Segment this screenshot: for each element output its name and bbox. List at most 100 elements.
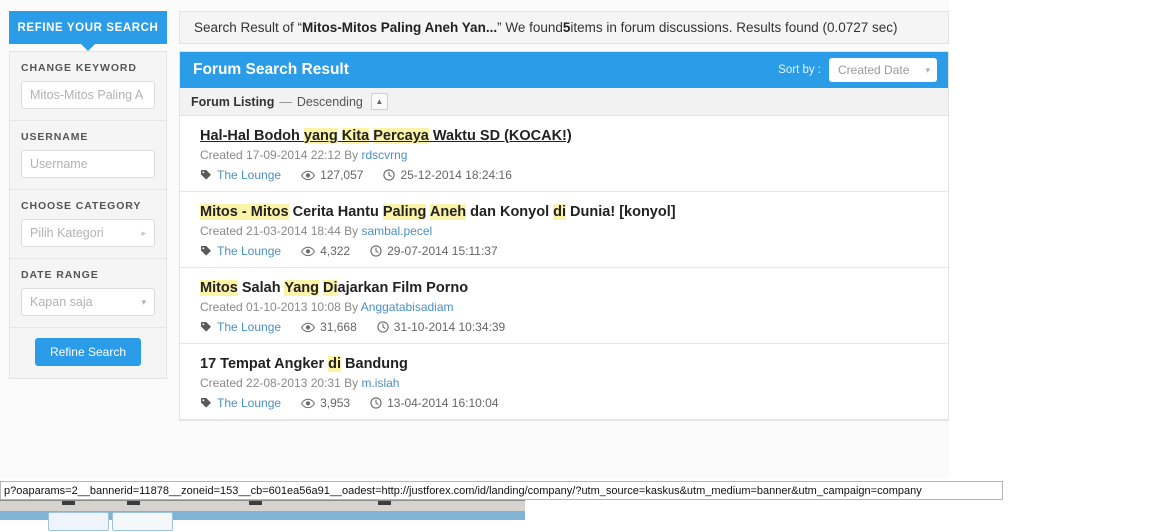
highlighted-keyword: Kita [341,128,370,144]
taskbar-strip [0,500,525,511]
result-created-line: Created 22-08-2013 20:31 By m.islah [200,376,936,390]
view-count: 31,668 [301,320,357,334]
taskbar-tick [249,501,262,505]
highlighted-keyword: yang [303,128,338,144]
clock-icon [383,169,396,181]
sort-by-select[interactable]: Created Date ▾ [829,58,937,82]
keyword-input[interactable]: Mitos-Mitos Paling A [21,81,155,109]
view-count-text: 31,668 [320,320,357,334]
last-post-time: 25-12-2014 18:24:16 [383,168,512,182]
banner-middle: ” We found [497,20,563,35]
category-value: Pilih Kategori [30,226,104,240]
created-date-text: Created 17-09-2014 22:12 By [200,148,362,162]
tag-icon [200,397,212,409]
forum-category-link[interactable]: The Lounge [200,168,281,182]
clock-icon [370,397,382,409]
panel-title: Forum Search Result [193,61,349,78]
highlighted-keyword: Mitos - Mitos [200,204,289,220]
filter-group-daterange: DATE RANGE Kapan saja ▾ [10,259,166,328]
banner-prefix: Search Result of “ [194,20,303,35]
username-value: Username [30,157,88,171]
result-list: Hal-Hal Bodoh yang Kita Percaya Waktu SD… [180,116,948,420]
listing-label: Forum Listing [191,94,275,109]
result-title-link[interactable]: Mitos - Mitos Cerita Hantu Paling Aneh d… [200,202,936,222]
highlighted-keyword: Yang [284,280,319,296]
created-date-text: Created 21-03-2014 18:44 By [200,224,362,238]
sort-by-control: Sort by : Created Date ▾ [778,58,937,82]
last-post-time-text: 13-04-2014 16:10:04 [387,396,499,410]
result-author-link[interactable]: m.islah [361,376,399,390]
username-input[interactable]: Username [21,150,155,178]
sort-by-value: Created Date [838,63,910,77]
filter-label-daterange: DATE RANGE [21,269,99,281]
taskbar [0,500,1149,532]
result-title-link[interactable]: Hal-Hal Bodoh yang Kita Percaya Waktu SD… [200,126,936,146]
result-author-link[interactable]: rdscvrng [361,148,407,162]
forum-category-link[interactable]: The Lounge [200,396,281,410]
clock-icon [370,245,382,257]
last-post-time-text: 25-12-2014 18:24:16 [400,168,512,182]
highlighted-keyword: Paling [382,204,427,220]
tag-icon [200,245,212,257]
taskbar-tick [62,501,75,505]
result-row: Mitos Salah Yang Diajarkan Film Porno Cre… [180,268,948,344]
view-count: 4,322 [301,244,350,258]
result-meta-row: The Lounge 4,322 29-07-2014 15:11:37 [200,244,936,258]
eye-icon [301,398,316,409]
title-text: ajarkan Film Porno [337,280,469,296]
taskbar-button[interactable] [48,512,109,531]
banner-query: Mitos-Mitos Paling Aneh Yan... [302,20,498,35]
top-bar: REFINE YOUR SEARCH Search Result of “Mit… [0,11,949,51]
refine-tab-label: REFINE YOUR SEARCH [17,21,159,34]
result-title-link[interactable]: 17 Tempat Angker di Bandung [200,354,936,374]
created-date-text: Created 01-10-2013 10:08 By [200,300,361,314]
daterange-select[interactable]: Kapan saja ▾ [21,288,155,316]
taskbar-button[interactable] [112,512,173,531]
filter-label-category: CHOOSE CATEGORY [21,200,142,212]
category-select[interactable]: Pilih Kategori ▸ [21,219,155,247]
banner-suffix: items in forum discussions. Results foun… [570,20,898,35]
forum-category-link-text: The Lounge [217,396,282,410]
forum-category-link[interactable]: The Lounge [200,244,281,258]
last-post-time: 29-07-2014 15:11:37 [370,244,498,258]
daterange-value: Kapan saja [30,295,93,309]
title-text: Cerita Hantu [288,204,383,220]
view-count-text: 127,057 [320,168,364,182]
listing-order: Descending [296,94,363,109]
last-post-time: 13-04-2014 16:10:04 [370,396,499,410]
forum-category-link-text: The Lounge [217,320,282,334]
result-created-line: Created 21-03-2014 18:44 By sambal.pecel [200,224,936,238]
clock-icon [377,321,389,333]
title-text: Bandung [341,356,408,372]
refine-button-wrap: Refine Search [10,328,166,370]
browser-page: REFINE YOUR SEARCH Search Result of “Mit… [0,0,1149,532]
title-text: dan Konyol [466,204,554,220]
refine-your-search-tab[interactable]: REFINE YOUR SEARCH [9,11,167,44]
refine-search-sidebar: CHANGE KEYWORD Mitos-Mitos Paling A USERNA… [9,51,167,379]
filter-group-keyword: CHANGE KEYWORD Mitos-Mitos Paling A [10,52,166,121]
highlighted-keyword: di [553,204,567,220]
created-date-text: Created 22-08-2013 20:31 By [200,376,362,390]
highlighted-keyword: Di [323,280,338,296]
result-created-line: Created 01-10-2013 10:08 By Anggatabisad… [200,300,936,314]
taskbar-tick [127,501,140,505]
last-post-time: 31-10-2014 10:34:39 [377,320,505,334]
taskbar-tick [378,501,391,505]
sort-direction-toggle[interactable]: ▲ [370,93,388,110]
eye-icon [301,246,316,257]
refine-search-button[interactable]: Refine Search [34,338,142,366]
forum-category-link-text: The Lounge [217,244,282,258]
view-count-text: 4,322 [320,244,351,258]
highlighted-keyword: Mitos [200,280,238,296]
keyword-value: Mitos-Mitos Paling A [30,88,144,102]
chevron-down-icon: ▾ [141,296,146,307]
view-count-text: 3,953 [320,396,351,410]
eye-icon [301,170,316,181]
forum-listing-bar: Forum Listing — Descending ▲ [180,88,948,116]
forum-category-link[interactable]: The Lounge [200,320,281,334]
result-author-link[interactable]: Anggatabisadiam [361,300,454,314]
status-bar-url: p?oaparams=2__bannerid=11878__zoneid=153… [4,484,922,497]
title-text: Salah [237,280,285,296]
result-author-link[interactable]: sambal.pecel [361,224,432,238]
result-title-link[interactable]: Mitos Salah Yang Diajarkan Film Porno [200,278,936,298]
